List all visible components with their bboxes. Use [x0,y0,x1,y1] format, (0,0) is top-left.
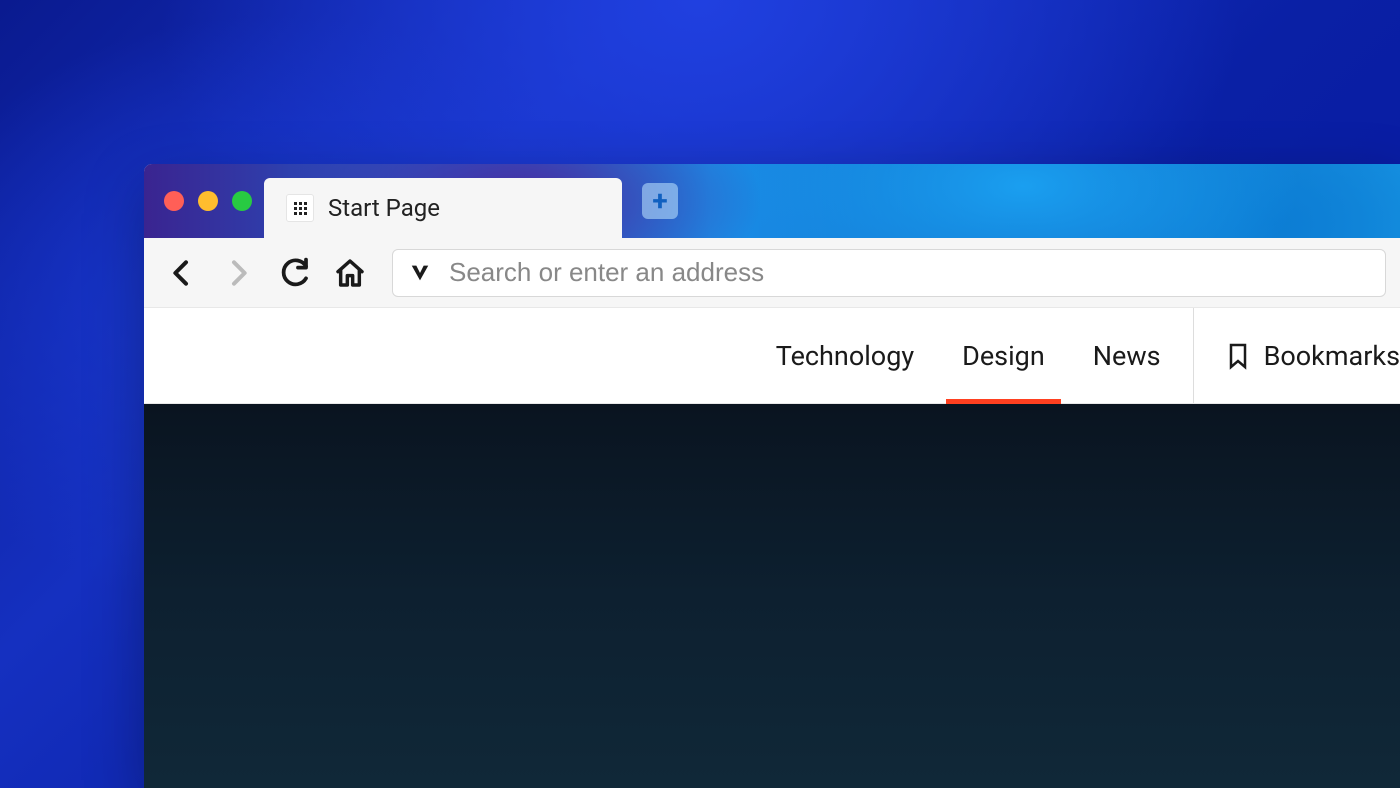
home-button[interactable] [326,249,374,297]
forward-button[interactable] [214,249,262,297]
vivaldi-icon [409,262,431,284]
start-page-nav: Technology Design News Bookmarks [144,308,1400,404]
speed-dial-icon [286,194,314,222]
window-maximize-button[interactable] [232,191,252,211]
new-tab-button[interactable]: + [642,183,678,219]
nav-item-label: News [1093,340,1161,372]
address-input[interactable] [449,257,1369,288]
window-minimize-button[interactable] [198,191,218,211]
nav-item-design[interactable]: Design [938,308,1069,403]
reload-icon [278,257,310,289]
nav-item-label: Technology [776,340,914,372]
tab-start-page[interactable]: Start Page [264,178,622,238]
reload-button[interactable] [270,249,318,297]
speed-dial-groups: Technology Design News [752,308,1185,403]
bookmarks-label: Bookmarks [1264,340,1400,372]
bookmark-icon [1226,342,1250,370]
nav-item-label: Design [962,340,1045,372]
back-button[interactable] [158,249,206,297]
nav-divider [1193,308,1194,403]
start-page-content [144,404,1400,788]
tab-bar: Start Page + [144,164,1400,238]
nav-item-news[interactable]: News [1069,308,1185,403]
window-close-button[interactable] [164,191,184,211]
tab-title: Start Page [328,194,440,222]
nav-item-technology[interactable]: Technology [752,308,938,403]
chevron-left-icon [166,257,198,289]
browser-window: Start Page + [144,164,1400,788]
plus-icon: + [652,187,667,215]
toolbar [144,238,1400,308]
window-controls [144,164,264,238]
chevron-right-icon [222,257,254,289]
address-bar[interactable] [392,249,1386,297]
bookmarks-button[interactable]: Bookmarks [1202,308,1400,403]
home-icon [334,257,366,289]
